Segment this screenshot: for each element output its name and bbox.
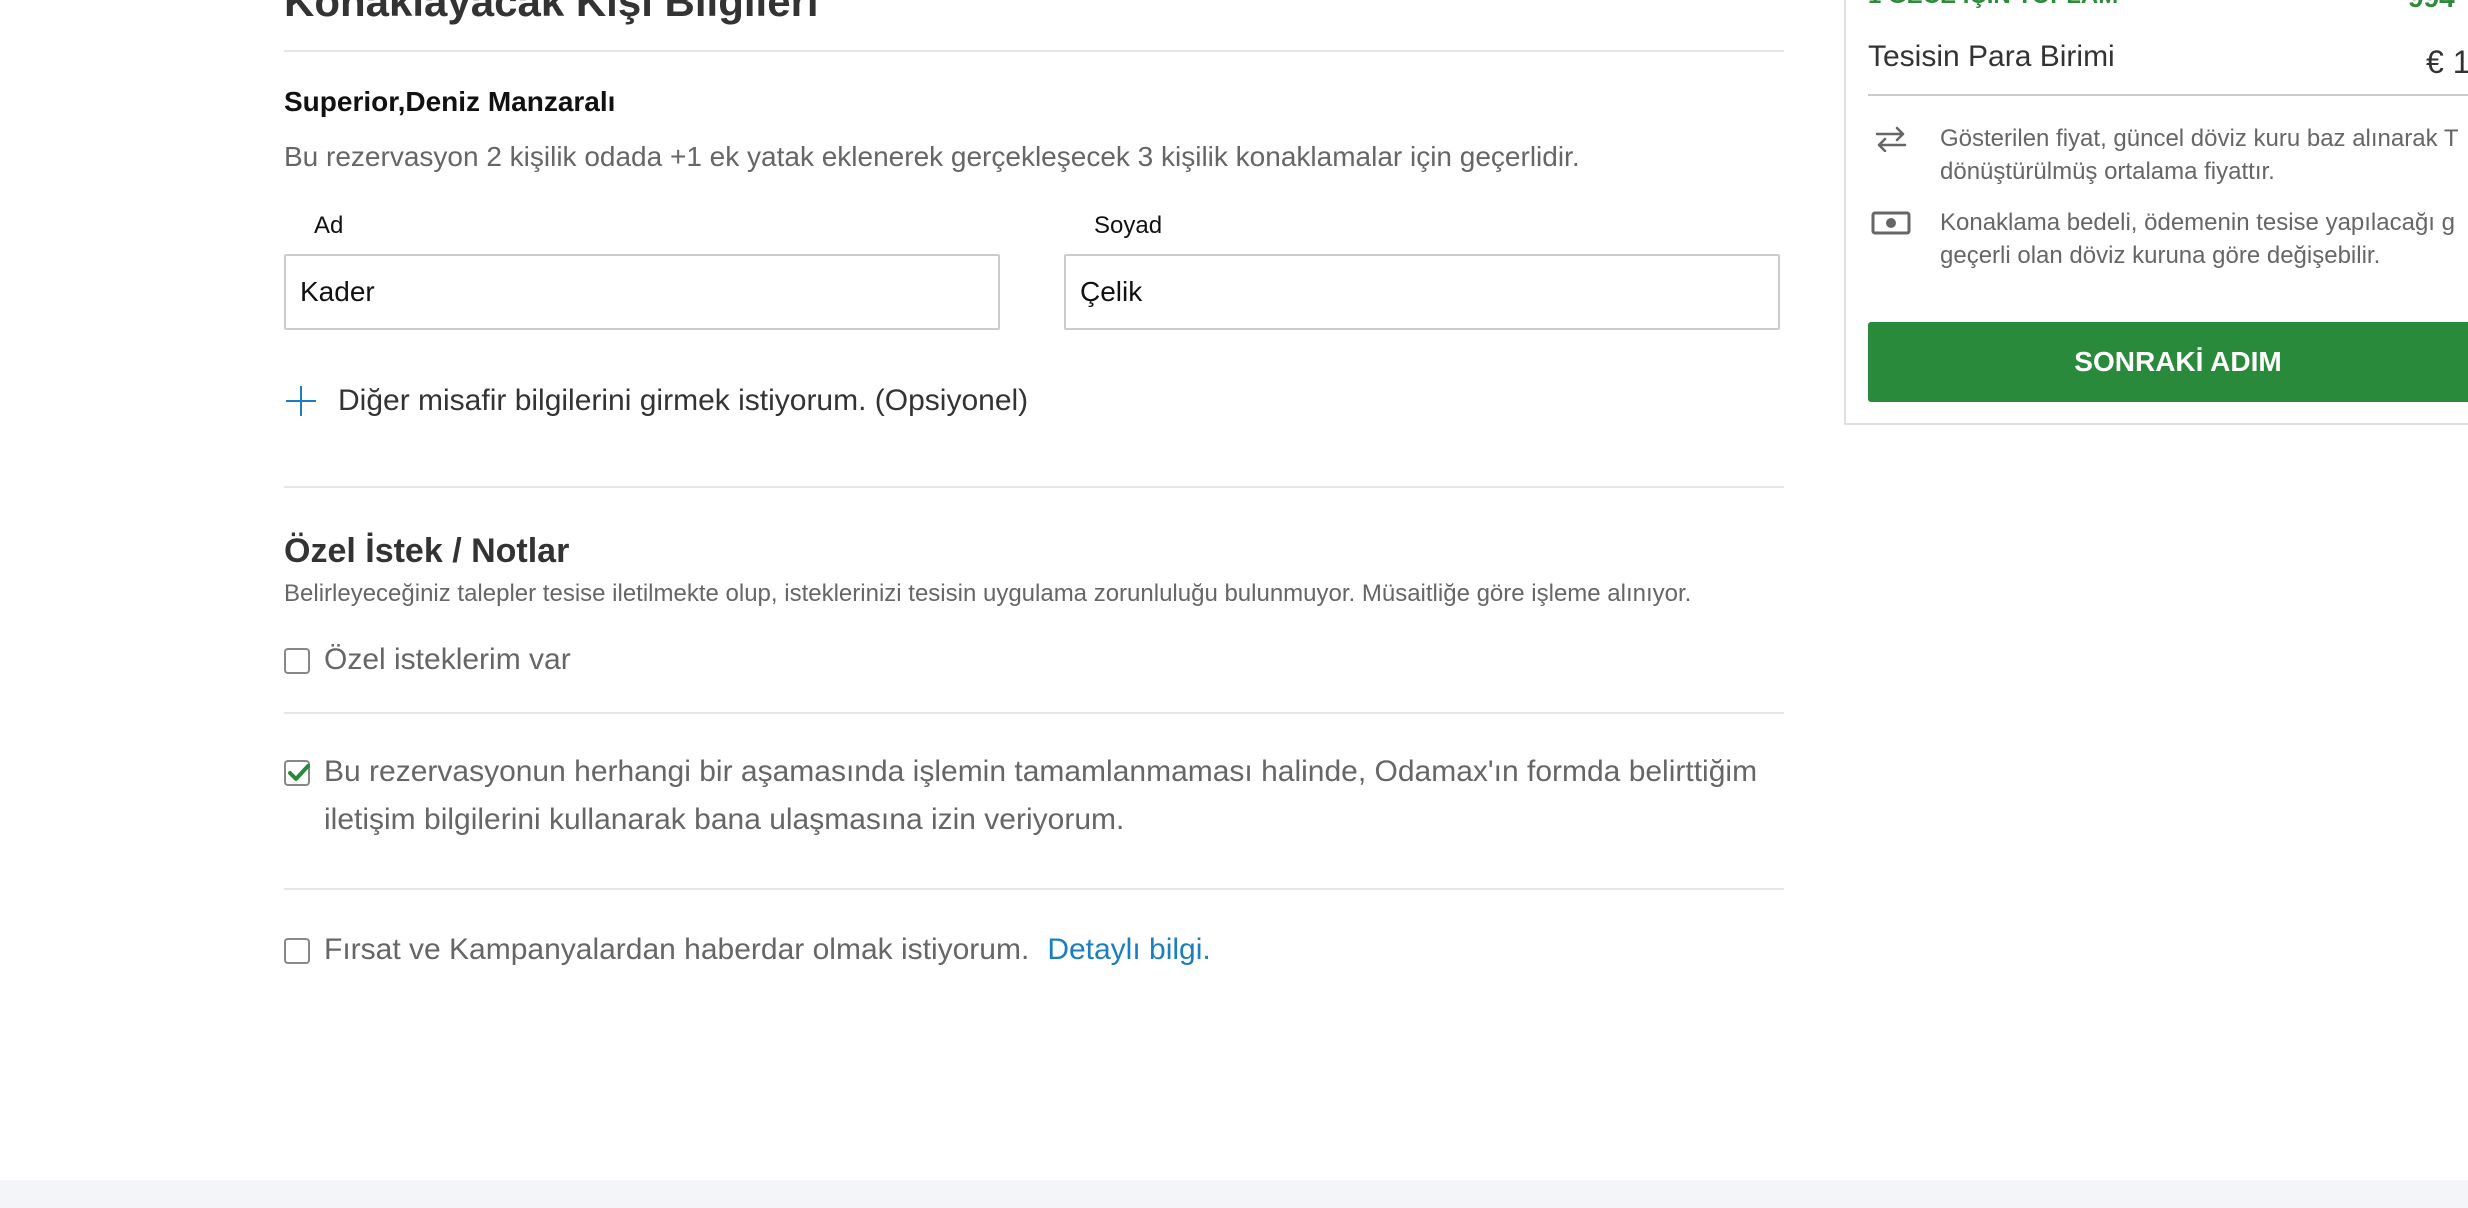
add-guest-label: Diğer misafir bilgilerini girmek istiyor… <box>338 384 1029 417</box>
details-link[interactable]: Detaylı bilgi. <box>1047 933 1210 966</box>
room-note: Bu rezervasyon 2 kişilik odada +1 ek yat… <box>284 141 1580 172</box>
last-name-input[interactable] <box>1064 254 1780 330</box>
campaign-consent-checkbox[interactable] <box>284 938 310 964</box>
contact-consent-line-2: iletişim bilgilerini kullanarak bana ula… <box>324 803 1125 836</box>
divider <box>284 486 1784 488</box>
price-summary-panel: 1 GECE İÇİN TOPLAM 994 Tesisin Para Biri… <box>1844 0 2468 425</box>
divider <box>1868 94 2468 96</box>
special-requests-row: Özel isteklerim var <box>284 643 571 684</box>
first-name-input[interactable] <box>284 254 1000 330</box>
first-name-label: Ad <box>314 212 344 239</box>
notes-description: Belirleyeceğiniz talepler tesise iletilm… <box>284 580 1692 607</box>
currency-value: € 15 <box>2426 44 2468 80</box>
plus-icon <box>284 384 318 418</box>
room-name: Superior,Deniz Manzaralı <box>284 86 616 117</box>
divider <box>284 888 1784 890</box>
currency-row: Tesisin Para Birimi € 15 <box>1868 40 2468 80</box>
exchange-icon <box>1868 122 1914 152</box>
section-title: Konaklayacak Kişi Bilgileri <box>284 0 819 25</box>
contact-consent-checkbox[interactable] <box>284 760 310 786</box>
exchange-info-line-2: dönüştürülmüş ortalama fiyattır. <box>1940 158 2275 185</box>
cash-icon <box>1868 206 1914 236</box>
special-requests-checkbox[interactable] <box>284 648 310 674</box>
exchange-info-text: Gösterilen fiyat, güncel döviz kuru baz … <box>1940 122 2458 188</box>
total-row: 1 GECE İÇİN TOPLAM 994 <box>1868 0 2468 13</box>
contact-consent-line-1: Bu rezervasyonun herhangi bir aşamasında… <box>324 755 1758 788</box>
campaign-consent-row: Fırsat ve Kampanyalardan haberdar olmak … <box>284 933 1211 974</box>
payment-info: Konaklama bedeli, ödemenin tesise yapıla… <box>1868 206 2455 272</box>
payment-info-line-1: Konaklama bedeli, ödemenin tesise yapıla… <box>1940 209 2455 236</box>
campaign-consent-text: Fırsat ve Kampanyalardan haberdar olmak … <box>324 933 1030 966</box>
total-value: 994 <box>2408 0 2455 14</box>
next-step-button[interactable]: SONRAKİ ADIM <box>1868 322 2468 402</box>
exchange-info: Gösterilen fiyat, güncel döviz kuru baz … <box>1868 122 2458 188</box>
total-label: 1 GECE İÇİN TOPLAM <box>1868 0 2118 9</box>
currency-label: Tesisin Para Birimi <box>1868 40 2115 73</box>
contact-consent-label: Bu rezervasyonun herhangi bir aşamasında… <box>324 748 1757 844</box>
page-footer <box>0 1180 2468 1208</box>
contact-consent-row: Bu rezervasyonun herhangi bir aşamasında… <box>284 755 1757 844</box>
payment-info-line-2: geçerli olan döviz kuruna göre değişebil… <box>1940 242 2381 269</box>
payment-info-text: Konaklama bedeli, ödemenin tesise yapıla… <box>1940 206 2455 272</box>
exchange-info-line-1: Gösterilen fiyat, güncel döviz kuru baz … <box>1940 125 2459 152</box>
divider <box>284 712 1784 714</box>
checkmark-icon <box>288 764 310 781</box>
last-name-label: Soyad <box>1094 212 1163 239</box>
special-requests-label: Özel isteklerim var <box>324 643 571 676</box>
notes-title: Özel İstek / Notlar <box>284 532 570 570</box>
add-guest-button[interactable]: Diğer misafir bilgilerini girmek istiyor… <box>284 384 1028 418</box>
divider <box>284 50 1784 52</box>
campaign-consent-label: Fırsat ve Kampanyalardan haberdar olmak … <box>324 926 1211 974</box>
